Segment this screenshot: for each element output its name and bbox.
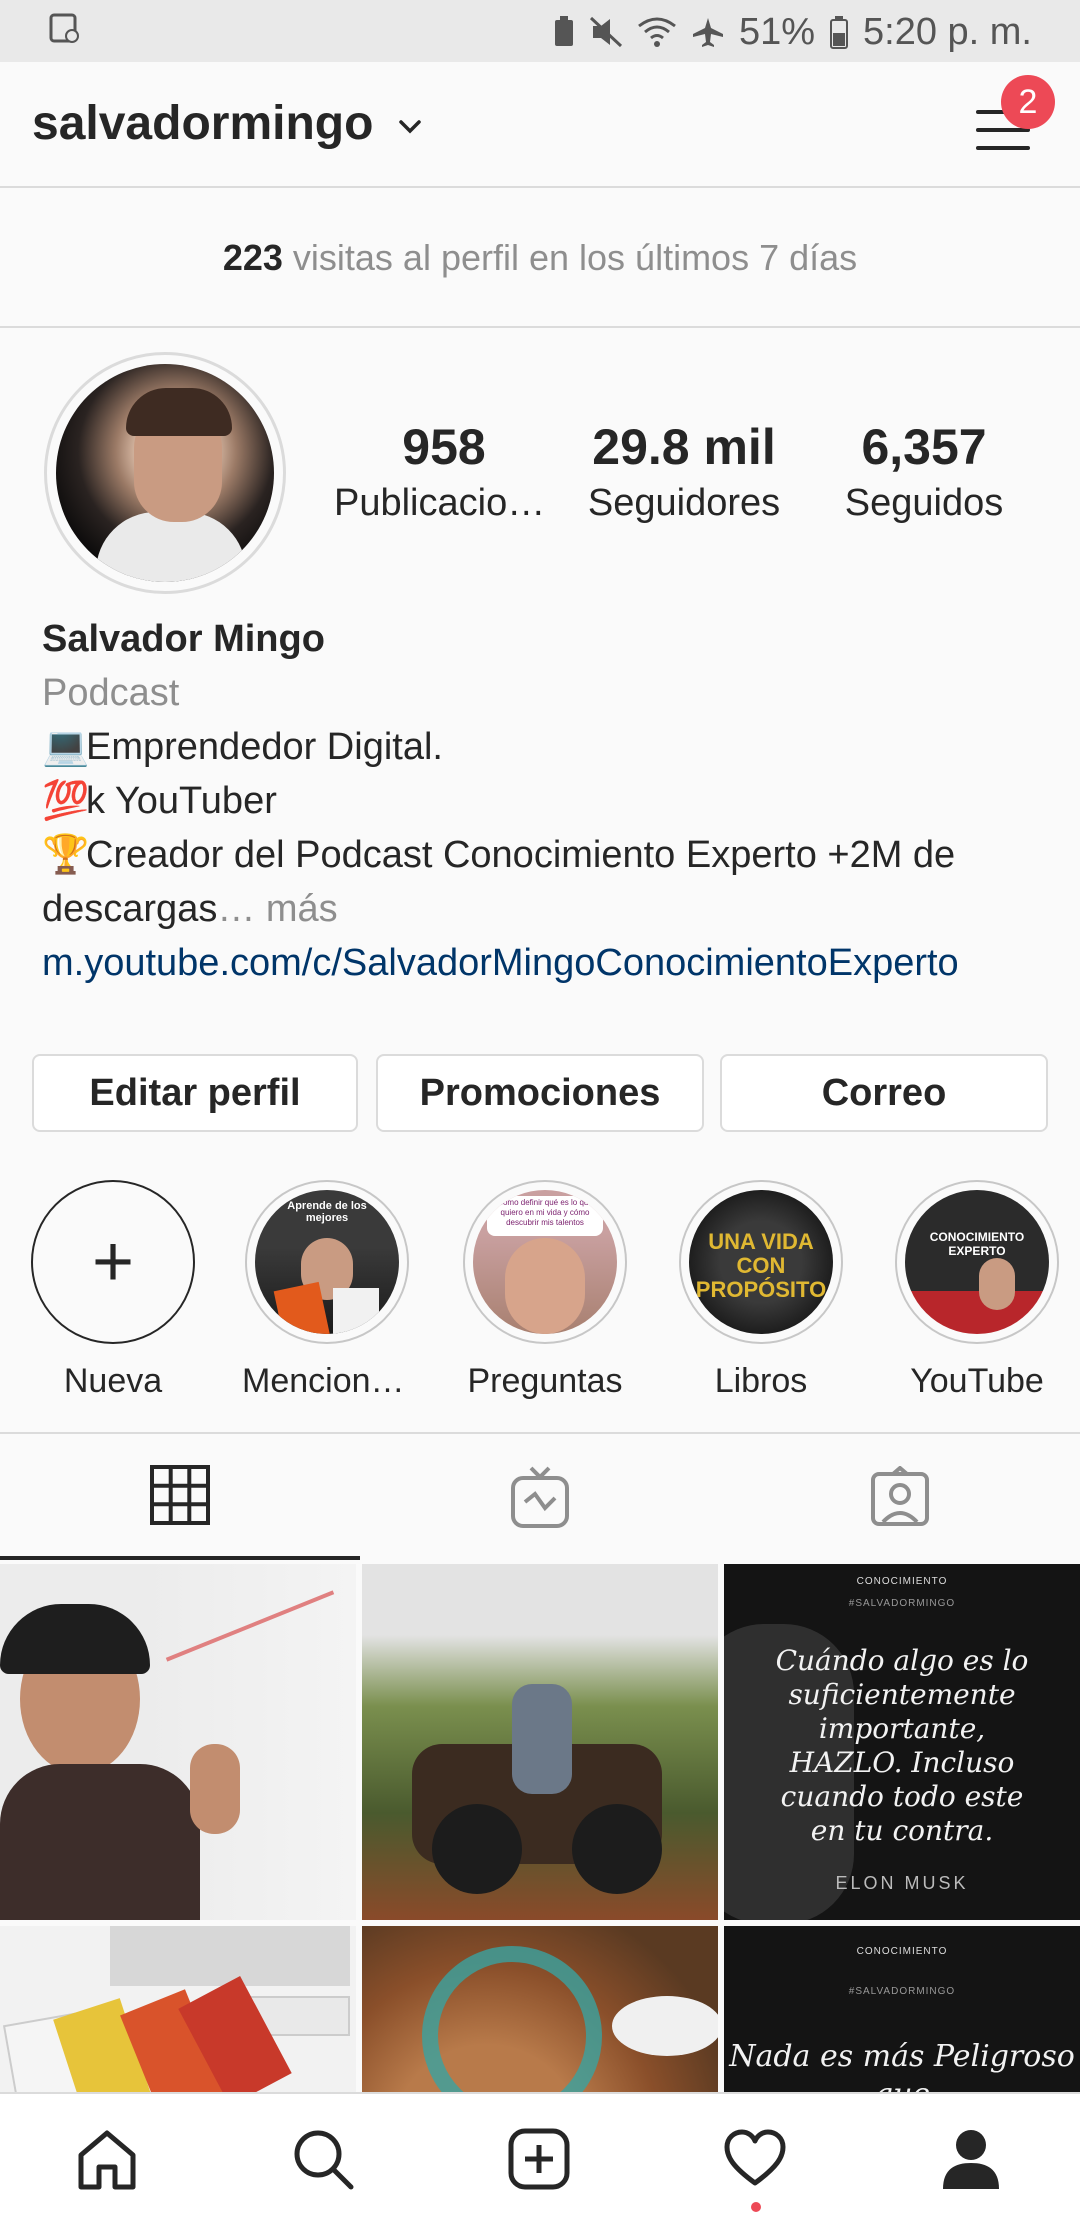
post-thumbnail[interactable] bbox=[0, 1926, 356, 2092]
laptop-emoji: 💻 bbox=[42, 726, 90, 768]
highlight-preguntas[interactable]: Cómo definir qué es lo que quiero en mi … bbox=[460, 1180, 630, 1401]
post-thumbnail[interactable] bbox=[362, 1564, 718, 1920]
search-icon bbox=[294, 2130, 354, 2190]
nav-add[interactable] bbox=[504, 2124, 574, 2194]
activity-dot bbox=[751, 2202, 761, 2212]
avatar[interactable] bbox=[44, 352, 286, 594]
bio-line-1: 💻Emprendedor Digital. bbox=[42, 720, 1052, 774]
mute-icon bbox=[589, 16, 622, 48]
tab-grid[interactable] bbox=[0, 1434, 360, 1560]
menu-icon-line bbox=[976, 146, 1030, 150]
post-thumbnail[interactable] bbox=[362, 1926, 718, 2092]
plus-icon: + bbox=[91, 1222, 135, 1302]
add-post-icon bbox=[508, 2128, 570, 2190]
post-brand: CONOCIMIENTO bbox=[856, 1576, 948, 1587]
promotions-button[interactable]: Promociones bbox=[376, 1054, 704, 1132]
status-bar: 51% 5:20 p. m. bbox=[0, 0, 1080, 62]
bottom-navigation bbox=[0, 2092, 1080, 2220]
chevron-down-icon[interactable] bbox=[395, 112, 425, 142]
screen-icon bbox=[49, 13, 79, 43]
battery-percent: 51% bbox=[738, 10, 816, 53]
following-label: Seguidos bbox=[844, 482, 1004, 524]
highlight-label: Menciones ... bbox=[242, 1362, 412, 1400]
highlight-overlay-text: Cómo definir qué es lo que quiero en mi … bbox=[487, 1196, 603, 1236]
wifi-icon bbox=[638, 17, 676, 47]
clock: 5:20 p. m. bbox=[863, 10, 1032, 53]
highlight-label: YouTube bbox=[910, 1362, 1044, 1400]
category: Podcast bbox=[42, 672, 180, 714]
nav-profile[interactable] bbox=[936, 2124, 1006, 2194]
followers-count: 29.8 mil bbox=[592, 419, 776, 475]
tab-tagged[interactable] bbox=[720, 1434, 1080, 1560]
highlight-label: Nueva bbox=[63, 1362, 163, 1400]
highlight-label: Libros bbox=[714, 1362, 808, 1400]
followers-label: Seguidores bbox=[587, 482, 781, 524]
battery-icon bbox=[830, 16, 849, 49]
trophy-emoji: 🏆 bbox=[42, 834, 90, 876]
hundred-emoji: 💯 bbox=[42, 780, 90, 822]
stat-posts[interactable]: 958 Publicaciones bbox=[334, 418, 554, 525]
post-brand: CONOCIMIENTO bbox=[856, 1946, 948, 1957]
full-name: Salvador Mingo bbox=[42, 618, 325, 660]
website-link[interactable]: m.youtube.com/c/SalvadorMingoConocimient… bbox=[42, 936, 1052, 990]
nav-activity[interactable] bbox=[720, 2124, 790, 2194]
bio-line-3-text: Creador del Podcast Conocimiento Experto… bbox=[42, 834, 956, 930]
profile-visits-banner[interactable]: 223 visitas al perfil en los últimos 7 d… bbox=[0, 190, 1080, 328]
posts-count: 958 bbox=[402, 419, 486, 475]
posts-grid: CONOCIMIENTO #SALVADORMINGO Cuándo algo … bbox=[0, 1564, 1080, 2092]
highlight-overlay-text: UNA VIDA CON PROPÓSITO bbox=[695, 1229, 827, 1302]
visits-count: 223 bbox=[222, 237, 283, 278]
avatar-photo bbox=[56, 364, 274, 582]
igtv-icon bbox=[511, 1466, 569, 1528]
new-highlight-ring: + bbox=[31, 1180, 195, 1344]
profile-tabs bbox=[0, 1432, 1080, 1560]
battery-saver-icon bbox=[554, 16, 573, 46]
nav-search[interactable] bbox=[288, 2124, 358, 2194]
nav-home[interactable] bbox=[72, 2124, 142, 2194]
menu-icon-line bbox=[976, 128, 1030, 132]
account-switcher-username[interactable]: salvadormingo bbox=[32, 96, 373, 151]
post-hashtag: #SALVADORMINGO bbox=[848, 1598, 956, 1609]
bio-line-2: 💯k YouTuber bbox=[42, 774, 1052, 828]
bio-ellipsis: … bbox=[217, 888, 256, 930]
stat-followers[interactable]: 29.8 mil Seguidores bbox=[574, 418, 794, 525]
home-icon bbox=[78, 2130, 136, 2190]
highlight-overlay-text: Aprende de los mejores bbox=[287, 1200, 367, 1224]
highlight-youtube[interactable]: CONOCIMIENTO EXPERTO YouTube bbox=[892, 1180, 1062, 1401]
quote-author: ELON MUSK bbox=[835, 1873, 969, 1893]
post-quote: Nada es más Peligroso que bbox=[729, 2039, 1075, 2092]
bio-line-2-text: k YouTuber bbox=[86, 780, 277, 822]
email-button[interactable]: Correo bbox=[720, 1054, 1048, 1132]
grid-icon bbox=[150, 1465, 210, 1525]
post-thumbnail[interactable] bbox=[0, 1564, 356, 1920]
profile-icon bbox=[943, 2130, 999, 2189]
status-indicators: 51% 5:20 p. m. bbox=[553, 8, 1032, 56]
profile-header: salvadormingo bbox=[0, 62, 1080, 188]
airplane-icon bbox=[692, 18, 723, 47]
bio-line-3: 🏆Creador del Podcast Conocimiento Expert… bbox=[42, 828, 1052, 936]
quote-text: Cuándo algo es lo suficientemente import… bbox=[775, 1644, 1029, 1847]
heart-icon bbox=[724, 2129, 786, 2186]
tagged-icon bbox=[871, 1466, 929, 1526]
edit-profile-button[interactable]: Editar perfil bbox=[32, 1054, 358, 1132]
highlight-label: Preguntas bbox=[467, 1362, 623, 1400]
highlight-menciones[interactable]: Aprende de los mejores Menciones ... bbox=[242, 1180, 412, 1401]
post-hashtag: #SALVADORMINGO bbox=[848, 1986, 956, 1997]
tab-igtv[interactable] bbox=[360, 1434, 720, 1560]
posts-label: Publicaciones bbox=[334, 482, 554, 524]
highlight-libros[interactable]: UNA VIDA CON PROPÓSITO Libros bbox=[676, 1180, 846, 1401]
visits-text: visitas al perfil en los últimos 7 días bbox=[292, 237, 858, 278]
notification-badge: 2 bbox=[1001, 75, 1055, 129]
highlight-new[interactable]: + Nueva bbox=[28, 1180, 198, 1401]
post-thumbnail[interactable]: CONOCIMIENTO #SALVADORMINGO Nada es más … bbox=[724, 1926, 1080, 2092]
stat-following[interactable]: 6,357 Seguidos bbox=[814, 418, 1034, 525]
bio-line-1-text: Emprendedor Digital. bbox=[86, 726, 443, 768]
bio-more-link[interactable]: más bbox=[266, 888, 338, 930]
following-count: 6,357 bbox=[861, 419, 987, 475]
bio: Salvador Mingo Podcast 💻Emprendedor Digi… bbox=[42, 612, 1052, 990]
post-quote: Cuándo algo es lo suficientemente import… bbox=[724, 1644, 1080, 1900]
post-thumbnail[interactable]: CONOCIMIENTO #SALVADORMINGO Cuándo algo … bbox=[724, 1564, 1080, 1920]
highlight-overlay-text: CONOCIMIENTO EXPERTO bbox=[929, 1230, 1025, 1258]
